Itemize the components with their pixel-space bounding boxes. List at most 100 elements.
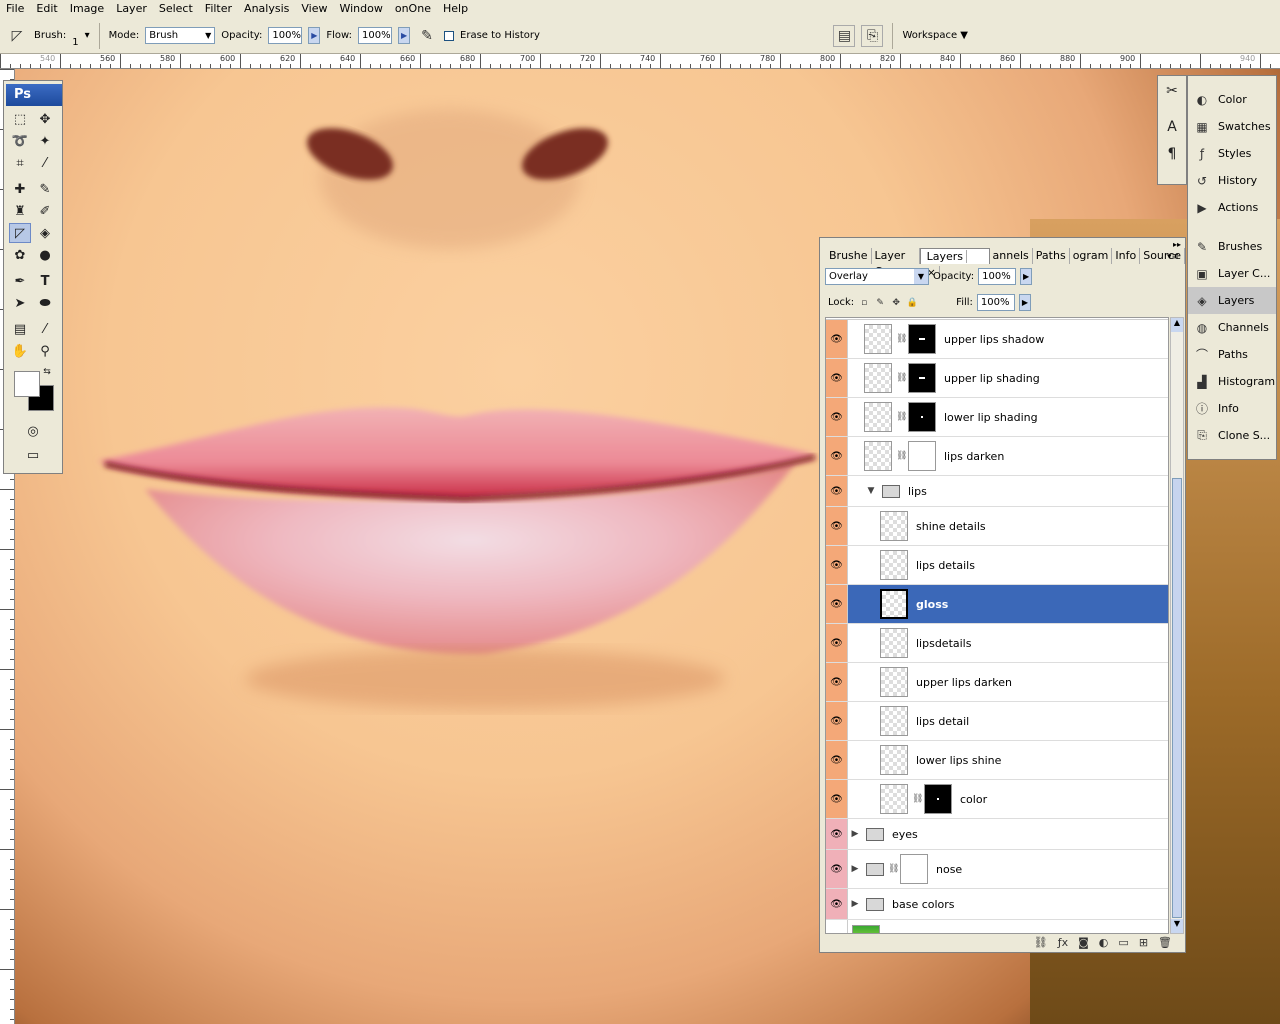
- menu-analysis[interactable]: Analysis: [238, 0, 295, 18]
- dock-histogram[interactable]: ▟ Histogram: [1188, 368, 1276, 395]
- blur-tool-icon[interactable]: ✿: [9, 245, 31, 265]
- layer-row[interactable]: 👁 ⛓ lips darken: [826, 437, 1168, 476]
- shape-tool-icon[interactable]: ⬬: [34, 293, 56, 313]
- zoom-tool-icon[interactable]: ⚲: [34, 341, 56, 361]
- quick-mask-icon[interactable]: ◎: [22, 421, 44, 441]
- eye-icon[interactable]: 👁: [826, 476, 848, 506]
- panel-menu-icon[interactable]: ▾≡: [1167, 252, 1179, 262]
- layer-group-row[interactable]: 👁 ▶ ⛓ nose: [826, 850, 1168, 889]
- dock-styles[interactable]: ƒ Styles: [1188, 140, 1276, 167]
- layer-group-row[interactable]: 👁 ▼ lips: [826, 476, 1168, 507]
- layer-row[interactable]: 👁 background: [826, 920, 1168, 933]
- add-mask-icon[interactable]: ◙: [1078, 936, 1089, 952]
- opacity-arrow-icon[interactable]: ▶: [1020, 268, 1033, 285]
- menu-window[interactable]: Window: [333, 0, 388, 18]
- eye-icon[interactable]: 👁: [826, 850, 848, 888]
- trash-icon[interactable]: 🗑: [1158, 936, 1172, 952]
- swap-colors-icon[interactable]: ⇆: [40, 365, 54, 379]
- dock-history[interactable]: ↺ History: [1188, 167, 1276, 194]
- group-expanded-icon[interactable]: ▼: [864, 486, 878, 496]
- link-icon[interactable]: ⛓: [896, 451, 907, 461]
- brush-dropdown-icon[interactable]: ▾: [85, 30, 90, 41]
- eye-icon[interactable]: 👁: [826, 702, 848, 740]
- lock-position-icon[interactable]: ✥: [890, 297, 902, 309]
- eye-icon[interactable]: 👁: [826, 398, 848, 436]
- eraser-tool-icon[interactable]: ◸: [9, 223, 31, 243]
- link-icon[interactable]: ⛓: [912, 794, 923, 804]
- paragraph-icon[interactable]: ¶: [1160, 142, 1184, 166]
- brush-tool-icon[interactable]: ✎: [34, 179, 56, 199]
- flow-arrow-icon[interactable]: ▶: [398, 27, 411, 44]
- group-collapsed-icon[interactable]: ▶: [848, 864, 862, 874]
- eye-icon[interactable]: 👁: [826, 741, 848, 779]
- stamp-tool-icon[interactable]: ♜: [9, 201, 31, 221]
- fill-arrow-icon[interactable]: ▶: [1018, 294, 1031, 311]
- layer-group-row[interactable]: 👁 ▶ eyes: [826, 819, 1168, 850]
- link-icon[interactable]: ⛓: [896, 334, 907, 344]
- tab-layer-comps[interactable]: Layer C: [872, 248, 920, 278]
- layer-opacity-input[interactable]: 100%: [978, 268, 1017, 285]
- eye-icon[interactable]: 👁: [826, 507, 848, 545]
- eye-icon[interactable]: 👁: [826, 920, 848, 933]
- eraser-icon[interactable]: ◸: [6, 25, 28, 47]
- lock-all-icon[interactable]: 🔒: [906, 297, 918, 309]
- layer-row[interactable]: 👁 lipsdetails: [826, 624, 1168, 663]
- move-tool-icon[interactable]: ✥: [34, 109, 56, 129]
- layer-row[interactable]: 👁 lips details: [826, 546, 1168, 585]
- group-collapsed-icon[interactable]: ▶: [848, 829, 862, 839]
- path-select-tool-icon[interactable]: ➤: [9, 293, 31, 313]
- scroll-up-icon[interactable]: ▲: [1171, 318, 1183, 332]
- menu-image[interactable]: Image: [64, 0, 110, 18]
- palette-well-icon[interactable]: ▤: [833, 24, 856, 47]
- new-layer-icon[interactable]: ⊞: [1139, 936, 1148, 952]
- eyedropper-tool-icon[interactable]: ⁄: [34, 319, 56, 339]
- tab-paths[interactable]: Paths: [1033, 248, 1070, 264]
- menu-view[interactable]: View: [295, 0, 333, 18]
- layer-row-selected[interactable]: 👁 gloss: [826, 585, 1168, 624]
- menu-help[interactable]: Help: [437, 0, 474, 18]
- marquee-tool-icon[interactable]: ⬚: [9, 109, 31, 129]
- tools-icon[interactable]: ✂: [1160, 79, 1184, 103]
- airbrush-icon[interactable]: ✎: [416, 25, 438, 47]
- dodge-tool-icon[interactable]: ●: [34, 245, 56, 265]
- notes-tool-icon[interactable]: ▤: [9, 319, 31, 339]
- erase-to-history-checkbox[interactable]: [444, 30, 455, 41]
- layer-row[interactable]: 👁 lower lips shine: [826, 741, 1168, 780]
- dock-channels[interactable]: ◍ Channels: [1188, 314, 1276, 341]
- tab-info[interactable]: Info: [1112, 248, 1141, 264]
- blend-mode-select[interactable]: Overlay ▼: [825, 268, 929, 285]
- eye-icon[interactable]: 👁: [826, 819, 848, 849]
- dock-brushes[interactable]: ✎ Brushes: [1188, 233, 1276, 260]
- workspace-menu[interactable]: Workspace ▼: [902, 30, 968, 41]
- menu-file[interactable]: File: [0, 0, 30, 18]
- eye-icon[interactable]: 👁: [826, 585, 848, 623]
- eye-icon[interactable]: 👁: [826, 546, 848, 584]
- layer-row[interactable]: 👁 ⛓ upper lips shadow: [826, 320, 1168, 359]
- eye-icon[interactable]: 👁: [826, 780, 848, 818]
- scrollbar-thumb[interactable]: [1172, 478, 1182, 918]
- history-brush-tool-icon[interactable]: ✐: [34, 201, 56, 221]
- menu-layer[interactable]: Layer: [110, 0, 153, 18]
- menu-edit[interactable]: Edit: [30, 0, 63, 18]
- dock-clone-source[interactable]: ⎘ Clone S...: [1188, 422, 1276, 449]
- eye-icon[interactable]: 👁: [826, 624, 848, 662]
- adjustment-layer-icon[interactable]: ◐: [1099, 936, 1109, 952]
- tab-brushes[interactable]: Brushe: [826, 248, 872, 264]
- tab-histogram[interactable]: ogram: [1070, 248, 1113, 264]
- menu-filter[interactable]: Filter: [199, 0, 238, 18]
- layer-row[interactable]: 👁 ⛓ upper lip shading: [826, 359, 1168, 398]
- dock-color[interactable]: ◐ Color: [1188, 86, 1276, 113]
- dock-actions[interactable]: ▶ Actions: [1188, 194, 1276, 221]
- mode-select[interactable]: Brush ▼: [145, 27, 216, 44]
- dock-info[interactable]: ⓘ Info: [1188, 395, 1276, 422]
- eye-icon[interactable]: 👁: [826, 320, 848, 358]
- link-icon[interactable]: ⛓: [896, 373, 907, 383]
- eye-icon[interactable]: 👁: [826, 437, 848, 475]
- new-group-icon[interactable]: ▭: [1118, 936, 1128, 952]
- link-icon[interactable]: ⛓: [896, 412, 907, 422]
- pen-tool-icon[interactable]: ✒: [9, 271, 31, 291]
- tab-channels[interactable]: annels: [990, 248, 1033, 264]
- opacity-arrow-icon[interactable]: ▶: [308, 27, 321, 44]
- bucket-tool-icon[interactable]: ◈: [34, 223, 56, 243]
- eye-icon[interactable]: 👁: [826, 359, 848, 397]
